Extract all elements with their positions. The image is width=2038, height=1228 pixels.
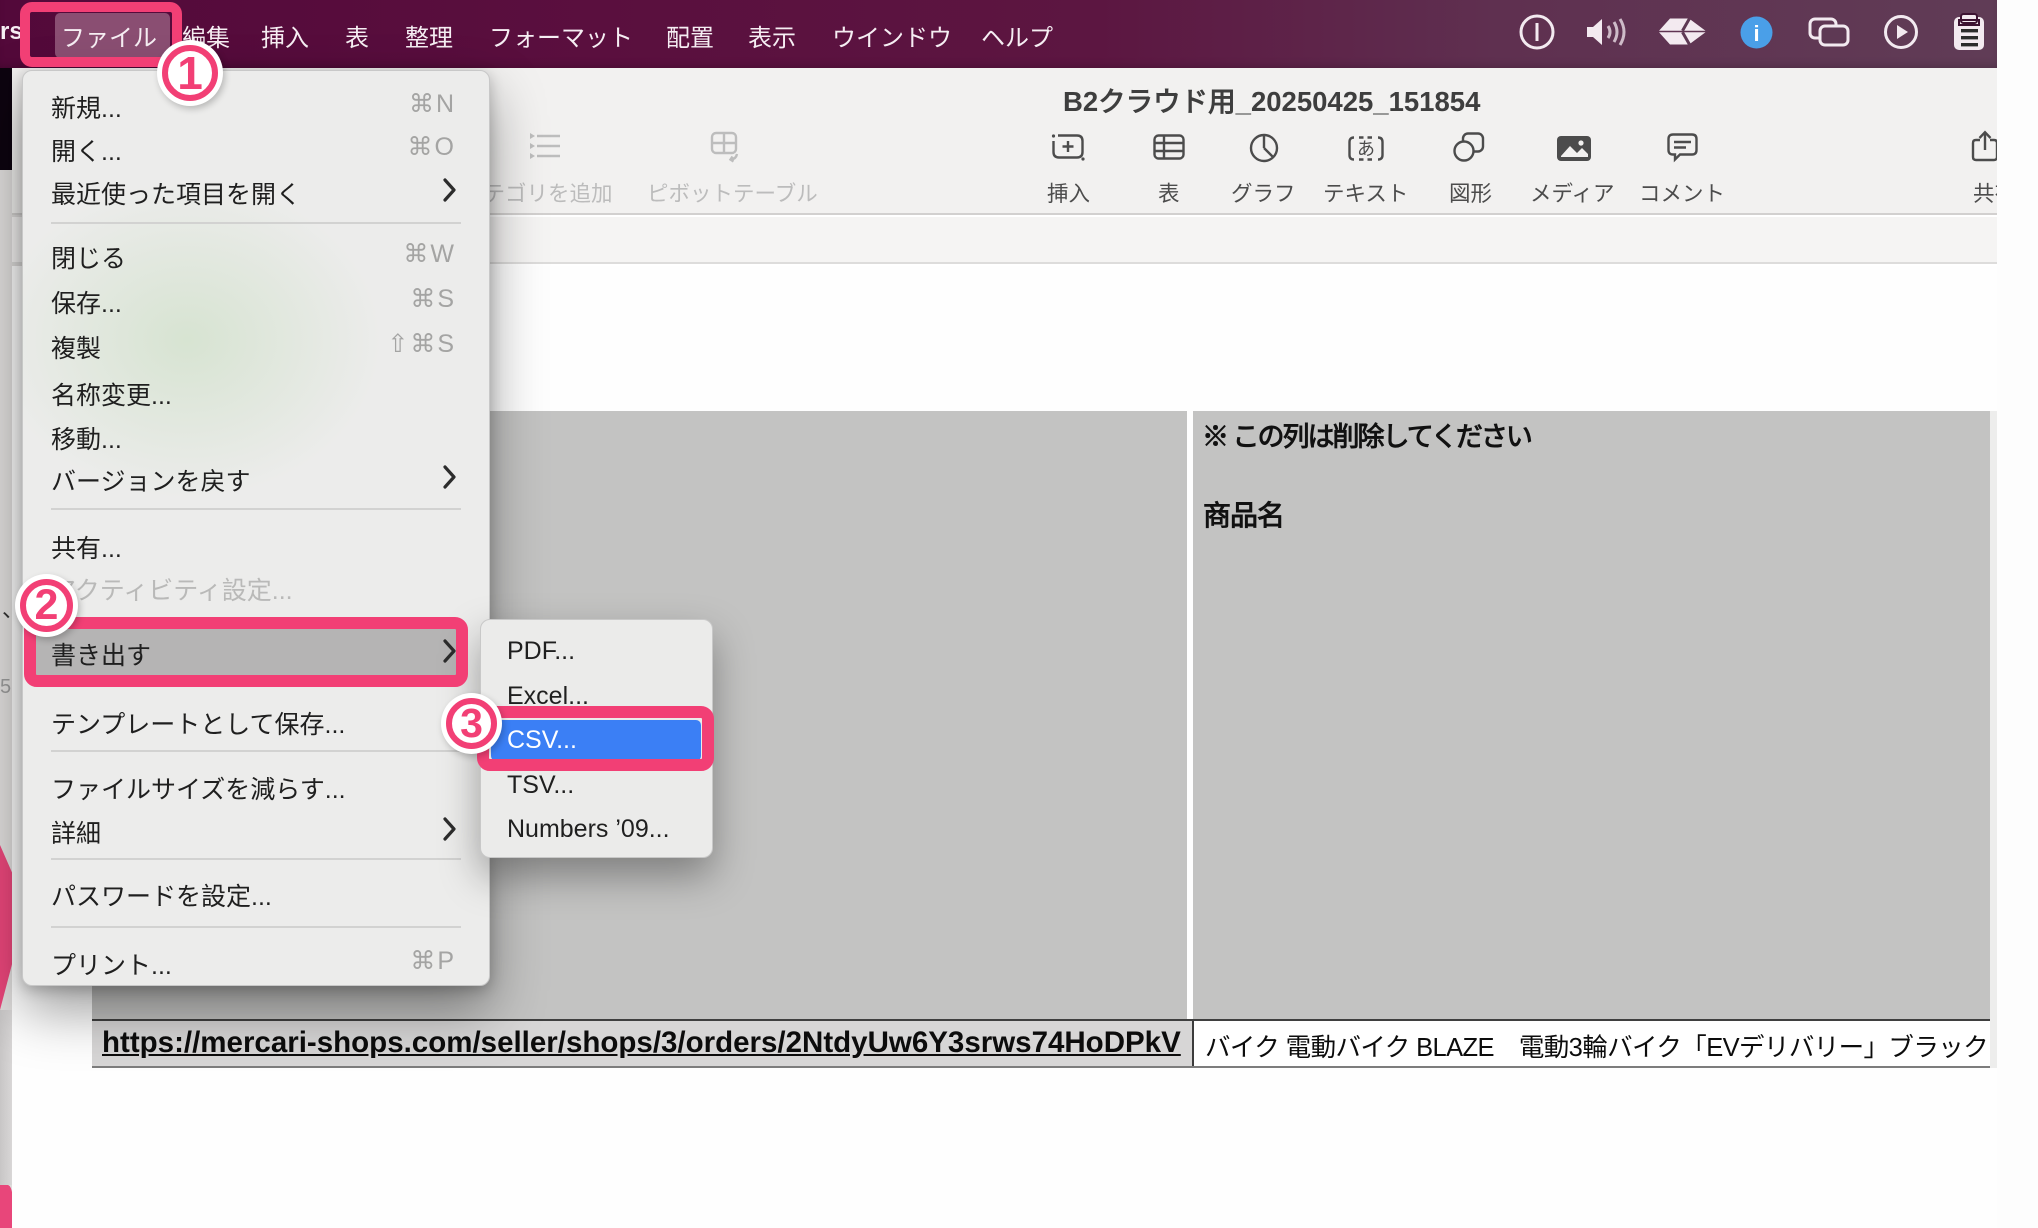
svg-text:i: i [1753,21,1759,46]
svg-text:あ: あ [1357,139,1375,159]
